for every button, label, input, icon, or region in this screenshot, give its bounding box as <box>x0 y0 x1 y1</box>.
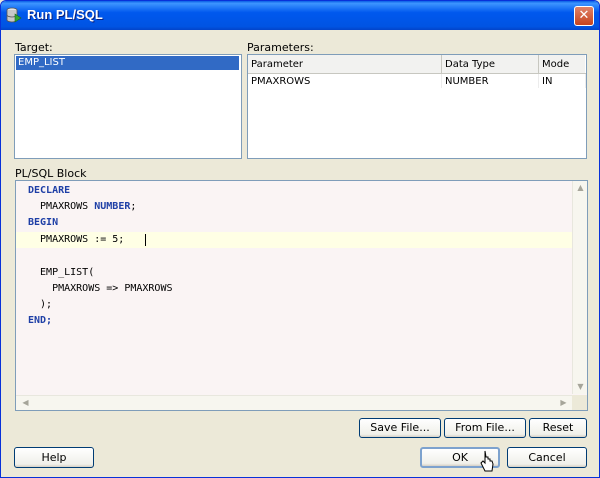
save-file-label: Save File... <box>370 421 430 434</box>
close-icon: ✕ <box>578 8 590 23</box>
database-run-icon <box>6 7 22 23</box>
column-header-data-type[interactable]: Data Type <box>441 55 539 74</box>
mouse-pointer-icon <box>480 450 494 472</box>
close-button[interactable]: ✕ <box>574 6 594 26</box>
parameters-label: Parameters: <box>247 41 314 54</box>
reset-button[interactable]: Reset <box>529 418 587 438</box>
parameter-name-cell[interactable]: PMAXROWS <box>248 73 442 88</box>
horizontal-scrollbar[interactable]: ◀ ▶ <box>16 395 572 410</box>
arrow-down-icon[interactable]: ▼ <box>573 382 587 391</box>
arrow-up-icon[interactable]: ▲ <box>573 183 587 192</box>
from-file-label: From File... <box>455 421 515 434</box>
parameter-type-cell[interactable]: NUMBER <box>441 73 539 88</box>
help-button[interactable]: Help <box>14 447 94 468</box>
parameters-grid: Parameter Data Type Mode PMAXROWS NUMBER… <box>248 55 586 88</box>
arrow-right-icon[interactable]: ▶ <box>556 398 571 407</box>
plsql-block-label: PL/SQL Block <box>15 167 87 180</box>
code-line: END; <box>28 315 53 326</box>
arrow-left-icon[interactable]: ◀ <box>18 398 33 407</box>
vertical-scrollbar[interactable]: ▲ ▼ <box>572 181 587 394</box>
parameter-mode-cell[interactable]: IN <box>538 73 586 88</box>
target-item-emp-list[interactable]: EMP_LIST <box>16 56 239 70</box>
window-title: Run PL/SQL <box>27 7 103 22</box>
table-row[interactable]: PMAXROWS NUMBER IN <box>248 73 586 88</box>
cancel-button[interactable]: Cancel <box>507 447 587 468</box>
title-bar[interactable]: Run PL/SQL ✕ <box>1 1 599 30</box>
column-header-parameter[interactable]: Parameter <box>248 55 442 74</box>
parameters-header-row: Parameter Data Type Mode <box>248 55 585 74</box>
from-file-button[interactable]: From File... <box>444 418 526 438</box>
target-label: Target: <box>15 41 53 54</box>
save-file-button[interactable]: Save File... <box>359 418 441 438</box>
plsql-code-editor[interactable]: DECLARE PMAXROWS NUMBER; BEGIN PMAXROWS … <box>15 180 588 411</box>
column-header-mode[interactable]: Mode <box>538 55 585 74</box>
target-list[interactable]: EMP_LIST <box>14 54 242 159</box>
code-line: DECLARE <box>28 185 71 196</box>
code-line: PMAXROWS => PMAXROWS <box>28 283 173 294</box>
code-line: PMAXROWS NUMBER; <box>28 201 137 212</box>
code-line: PMAXROWS := 5; <box>28 234 125 245</box>
help-label: Help <box>41 451 67 464</box>
code-line: EMP_LIST( <box>28 267 95 278</box>
run-plsql-dialog: Run PL/SQL ✕ Target: EMP_LIST Parameters… <box>0 0 600 478</box>
scrollbar-corner <box>572 395 587 410</box>
reset-label: Reset <box>542 421 574 434</box>
code-line: ); <box>28 299 53 310</box>
code-line: BEGIN <box>28 217 59 228</box>
parameters-table: Parameter Data Type Mode PMAXROWS NUMBER… <box>247 54 587 159</box>
cancel-label: Cancel <box>528 451 566 464</box>
text-caret <box>145 234 146 246</box>
